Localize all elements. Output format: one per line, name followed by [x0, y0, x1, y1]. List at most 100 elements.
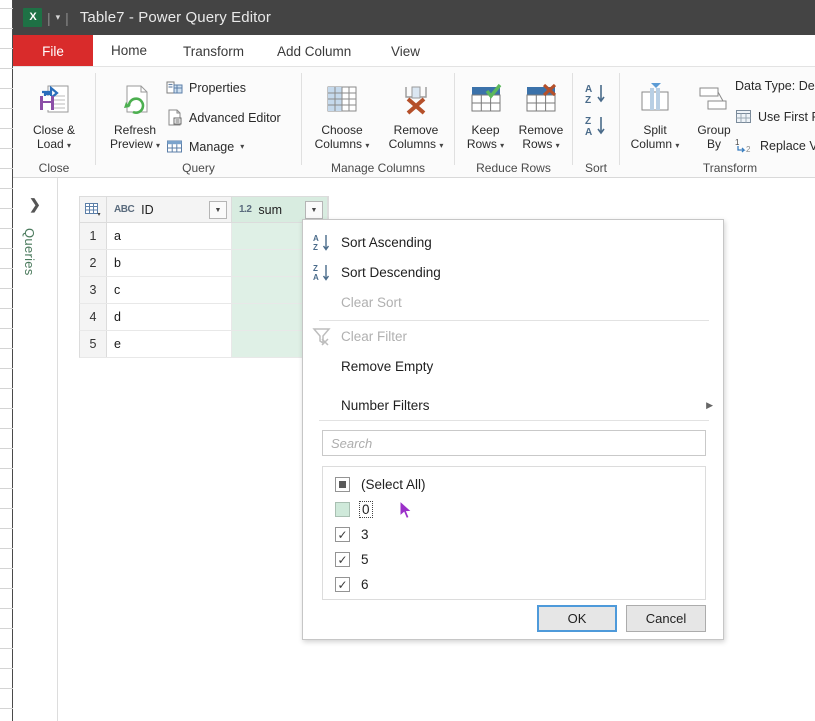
split-column-caret-icon[interactable]: ▾ — [675, 141, 679, 150]
table-row[interactable]: 4 d — [79, 304, 329, 331]
sort-descending-icon: Z A — [583, 113, 609, 139]
keep-rows-icon — [466, 77, 506, 123]
background-gridline — [0, 528, 13, 529]
queries-pane: ❯ Queries — [13, 178, 58, 721]
background-gridline — [0, 608, 13, 609]
column-name-id: ID — [141, 203, 154, 217]
remove-columns-caret-icon[interactable]: ▾ — [439, 141, 443, 150]
filter-value-item[interactable]: 3 — [323, 522, 705, 547]
menu-item-number-filters[interactable]: Number Filters ▶ — [303, 390, 725, 420]
background-gridline — [0, 88, 13, 89]
tab-add-column[interactable]: Add Column — [263, 35, 365, 67]
svg-text:A: A — [585, 127, 592, 138]
tab-home[interactable]: Home — [97, 35, 161, 67]
close-and-load-caret-icon[interactable]: ▾ — [67, 141, 71, 150]
keep-rows-caret-icon[interactable]: ▾ — [500, 141, 504, 150]
quick-access-chevron-down-icon[interactable]: ▾ — [56, 12, 61, 23]
choose-columns-caret-icon[interactable]: ▾ — [365, 141, 369, 150]
menu-item-sort-ascending[interactable]: A Z Sort Ascending — [303, 227, 725, 257]
filter-button-sum[interactable]: ▼ — [305, 201, 323, 219]
use-first-row-button[interactable]: Use First R — [735, 108, 815, 125]
sort-ascending-button[interactable]: A Z — [583, 81, 609, 110]
cell-id[interactable]: d — [107, 304, 232, 330]
tab-file[interactable]: File — [13, 35, 93, 67]
column-header-id[interactable]: ABC ID ▼ — [107, 197, 232, 222]
properties-button[interactable]: Properties — [166, 79, 246, 96]
svg-text:A: A — [313, 273, 319, 282]
cancel-button[interactable]: Cancel — [626, 605, 706, 632]
sort-ascending-icon: A Z — [583, 81, 609, 107]
grid-corner-header[interactable] — [80, 197, 107, 222]
chevron-right-icon[interactable]: ❯ — [29, 196, 41, 213]
data-type-label[interactable]: Data Type: De — [735, 79, 815, 93]
excel-logo: X — [23, 8, 42, 27]
filter-value-select-all[interactable]: (Select All) — [323, 472, 705, 497]
tab-view[interactable]: View — [377, 35, 434, 67]
split-column-button[interactable]: Split Column ▾ — [624, 77, 686, 153]
refresh-preview-caret-icon[interactable]: ▾ — [156, 141, 160, 150]
manage-icon — [166, 138, 183, 155]
svg-text:2: 2 — [746, 145, 751, 154]
remove-columns-button[interactable]: Remove Columns ▾ — [380, 77, 452, 153]
background-gridline — [0, 568, 13, 569]
menu-item-remove-empty[interactable]: Remove Empty — [303, 351, 725, 381]
advanced-editor-button[interactable]: Advanced Editor — [166, 109, 281, 126]
filter-value-item[interactable]: 6 — [323, 572, 705, 597]
checkbox-value-3[interactable] — [335, 527, 350, 542]
cell-id[interactable]: b — [107, 250, 232, 276]
svg-text:A: A — [313, 234, 319, 243]
close-and-load-button[interactable]: Close & Load ▾ — [19, 77, 89, 153]
ribbon-group-query: Refresh Preview ▾ Properties — [96, 67, 301, 178]
table-icon — [85, 202, 102, 217]
ribbon-group-sort: A Z Z A Sort — [573, 67, 619, 178]
background-gridline — [0, 388, 13, 389]
background-gridline — [0, 588, 13, 589]
checkbox-value-5[interactable] — [335, 552, 350, 567]
replace-values-button[interactable]: 1 2 Replace Va — [735, 137, 815, 154]
group-by-label-2: By — [707, 137, 721, 151]
background-gridline — [0, 8, 13, 9]
cell-id[interactable]: e — [107, 331, 232, 357]
ok-button[interactable]: OK — [537, 605, 617, 632]
background-gridline — [0, 148, 13, 149]
ribbon-group-label-transform: Transform — [660, 161, 800, 175]
background-gridline — [0, 428, 13, 429]
cell-id[interactable]: c — [107, 277, 232, 303]
choose-columns-button[interactable]: Choose Columns ▾ — [306, 77, 378, 153]
background-gridline — [0, 188, 13, 189]
ribbon-group-reduce-rows: Keep Rows ▾ Remove Rows ▾ Reduc — [455, 67, 572, 178]
background-gridline — [0, 668, 13, 669]
sort-descending-button[interactable]: Z A — [583, 113, 609, 142]
checkbox-value-6[interactable] — [335, 577, 350, 592]
refresh-preview-label-1: Refresh — [114, 123, 156, 137]
refresh-preview-label-2: Preview — [110, 137, 153, 151]
remove-rows-button[interactable]: Remove Rows ▾ — [511, 77, 571, 153]
refresh-preview-button[interactable]: Refresh Preview ▾ — [98, 77, 172, 153]
tab-transform[interactable]: Transform — [169, 35, 258, 67]
table-row[interactable]: 5 e — [79, 331, 329, 358]
manage-button[interactable]: Manage ▾ — [166, 138, 244, 155]
filter-value-item[interactable]: 0 — [323, 497, 705, 522]
remove-rows-caret-icon[interactable]: ▾ — [556, 141, 560, 150]
table-row[interactable]: 2 b — [79, 250, 329, 277]
checkbox-value-0[interactable] — [335, 502, 350, 517]
keep-rows-button[interactable]: Keep Rows ▾ — [457, 77, 514, 153]
filter-button-id[interactable]: ▼ — [209, 201, 227, 219]
power-query-editor-window: X | ▾ | Table7 - Power Query Editor File… — [13, 0, 815, 721]
search-input[interactable]: Search — [322, 430, 706, 456]
split-column-label-1: Split — [643, 123, 666, 137]
sort-descending-icon: Z A — [303, 262, 341, 282]
manage-caret-icon[interactable]: ▾ — [240, 142, 244, 151]
group-by-label-1: Group — [697, 123, 730, 137]
cell-id[interactable]: a — [107, 223, 232, 249]
replace-values-label: Replace Va — [760, 139, 815, 153]
table-row[interactable]: 1 a — [79, 223, 329, 250]
group-by-button[interactable]: Group By — [688, 77, 740, 151]
table-row[interactable]: 3 c — [79, 277, 329, 304]
keep-rows-label-1: Keep — [471, 123, 499, 137]
background-gridline — [0, 208, 13, 209]
filter-value-list: (Select All) 0 3 5 6 — [322, 466, 706, 600]
menu-item-sort-descending[interactable]: Z A Sort Descending — [303, 257, 725, 287]
checkbox-select-all[interactable] — [335, 477, 350, 492]
filter-value-item[interactable]: 5 — [323, 547, 705, 572]
